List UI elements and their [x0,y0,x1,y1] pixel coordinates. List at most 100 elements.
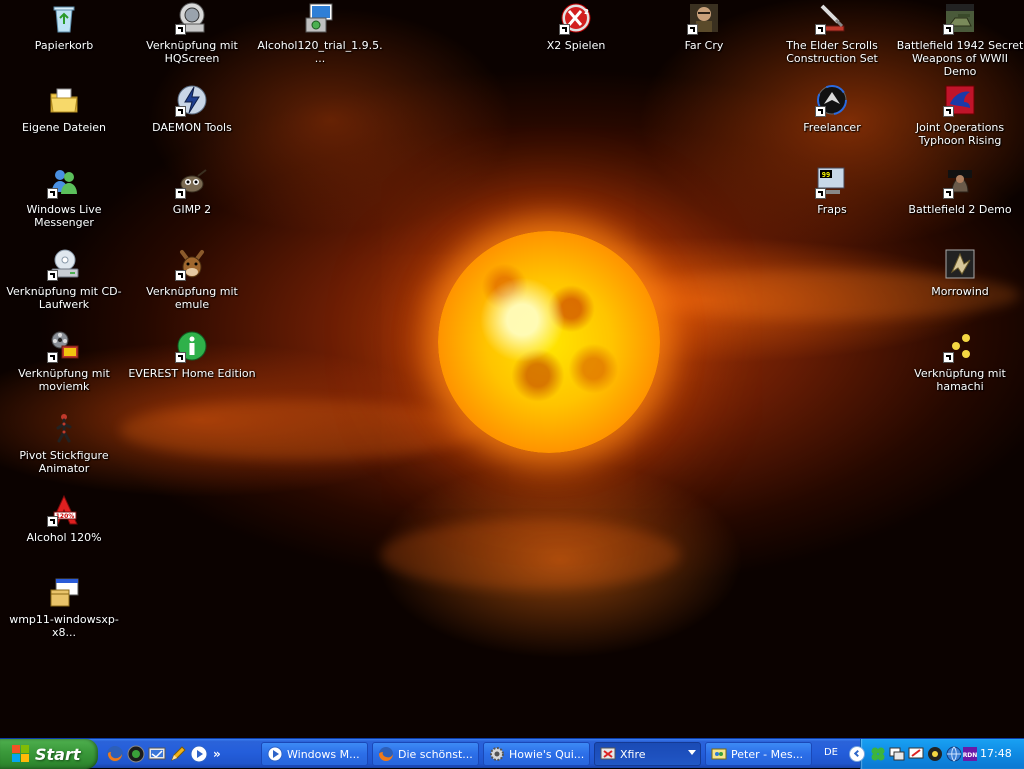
quick-launch-more-button[interactable]: » [213,747,221,761]
taskbar-button-messenger-chat[interactable]: Peter - Mes... [705,742,812,766]
clover-icon[interactable] [870,746,886,762]
shortcut-arrow-icon [943,188,954,199]
svg-text:2: 2 [584,8,589,16]
desktop-icon-recycle-bin[interactable]: Papierkorb [0,2,128,52]
desktop-icon-wmp-installer[interactable]: wmp11-windowsxp-x8... [0,576,128,639]
desktop-icon-hamachi[interactable]: Verknüpfung mit hamachi [896,330,1024,393]
desktop-icon-label: Alcohol120_trial_1.9.5.... [257,39,383,65]
desktop-icon-battlefield-1942[interactable]: Battlefield 1942 Secret Weapons of WWII … [896,2,1024,78]
hamachi-icon [943,330,976,363]
wallpaper-sun [438,231,660,453]
battlefield-1942-icon [943,2,976,35]
desktop-icon-x2[interactable]: 2 X2 Spielen [512,2,640,52]
desktop-icon-joint-operations[interactable]: Joint Operations Typhoon Rising [896,84,1024,147]
taskbar-button-howies[interactable]: Howie's Qui... [483,742,590,766]
desktop-icon-label: Far Cry [684,39,724,52]
desktop-icon-label: Papierkorb [34,39,94,52]
shortcut-arrow-icon [815,106,826,117]
desktop-icon-movie-maker[interactable]: Verknüpfung mit moviemk [0,330,128,393]
shortcut-arrow-icon [175,352,186,363]
construction-set-icon [815,2,848,35]
gimp-icon [175,166,208,199]
taskbar-button-windows-media[interactable]: Windows M... [261,742,368,766]
desktop-icon-label: X2 Spielen [546,39,606,52]
shortcut-arrow-icon [559,24,570,35]
shortcut-arrow-icon [943,24,954,35]
windows-logo-icon [12,745,30,763]
desktop-icon-far-cry[interactable]: Far Cry [640,2,768,52]
firefox-icon [378,746,394,762]
shortcut-arrow-icon [687,24,698,35]
desktop-icon-battlefield-2[interactable]: Battlefield 2 Demo [896,166,1024,216]
start-button[interactable]: Start [0,739,98,769]
desktop-icon-label: Eigene Dateien [21,121,107,134]
shortcut-arrow-icon [175,24,186,35]
desktop-icon-label: Windows Live Messenger [26,203,102,229]
shortcut-arrow-icon [47,270,58,281]
x2-game-icon: 2 [559,2,592,35]
desktop-icon-label: EVEREST Home Edition [128,367,256,380]
desktop-icon-label: Verknüpfung mit moviemk [18,367,110,393]
movie-maker-icon [47,330,80,363]
desktop-icon-freelancer[interactable]: Freelancer [768,84,896,134]
morrowind-icon [944,248,976,280]
desktop-icon-daemon-tools[interactable]: DAEMON Tools [128,84,256,134]
freelancer-icon [815,84,848,117]
battlefield-2-icon [943,166,976,199]
desktop-icon-label: Morrowind [931,285,989,298]
desktop-icon-emule[interactable]: Verknüpfung mit emule [128,248,256,311]
desktop-icon-everest[interactable]: EVEREST Home Edition [128,330,256,380]
emule-icon [175,248,208,281]
desktop-icon-label: Alcohol 120% [26,531,102,544]
desktop-icon-pivot[interactable]: Pivot Stickfigure Animator [0,412,128,475]
desktop-icon-label: Pivot Stickfigure Animator [19,449,109,475]
desktop-icon-construction-set[interactable]: The Elder Scrolls Construction Set [768,2,896,65]
desktop-icon-alcohol-installer[interactable]: Alcohol120_trial_1.9.5.... [256,2,384,65]
desktop-icon-label: Verknüpfung mit hamachi [914,367,1006,393]
desktop-icon-label: Battlefield 2 Demo [908,203,1012,216]
quick-launch-bar: » [106,744,221,764]
desktop-icon-gimp[interactable]: GIMP 2 [128,166,256,216]
svg-text:RDN: RDN [963,752,978,759]
messenger-icon [47,166,80,199]
desktop-icon-morrowind[interactable]: Morrowind [896,248,1024,298]
desktop-icon-messenger[interactable]: Windows Live Messenger [0,166,128,229]
hamachi-tray-icon[interactable] [927,746,943,762]
daemon-tools-icon [175,84,208,117]
network-icon[interactable] [889,746,905,762]
xfire-icon [600,746,616,762]
pencil-icon[interactable] [169,745,187,763]
taskbar-button-label: Windows M... [287,747,360,761]
show-hidden-icons-button[interactable] [849,746,865,762]
alcohol-icon: 120% [47,494,80,527]
shortcut-arrow-icon [175,106,186,117]
monitor-icon[interactable] [908,746,924,762]
taskbar-button-label: Xfire [620,747,646,761]
installer-icon [304,2,336,34]
desktop-icon-fraps[interactable]: 99 Fraps [768,166,896,216]
desktop-icon-label: Verknüpfung mit CD-Laufwerk [6,285,122,311]
desktop-icon-my-documents[interactable]: Eigene Dateien [0,84,128,134]
globe-icon[interactable] [946,746,962,762]
shortcut-arrow-icon [815,24,826,35]
taskbar-button-label: Howie's Qui... [509,747,585,761]
language-indicator[interactable]: DE [820,747,842,762]
everest-icon [175,330,208,363]
taskbar-button-xfire[interactable]: Xfire [594,742,701,766]
taskbar-button-firefox[interactable]: Die schönst... [372,742,479,766]
firefox-icon[interactable] [106,745,124,763]
desktop-icon-alcohol[interactable]: 120% Alcohol 120% [0,494,128,544]
desktop-icon-cd-drive[interactable]: Verknüpfung mit CD-Laufwerk [0,248,128,311]
wallpaper-flare [120,400,480,460]
desktop-icon-hqscreen[interactable]: Verknüpfung mit HQScreen [128,2,256,65]
hqscreen-icon [175,2,208,35]
clock[interactable]: 17:48 [980,747,1012,760]
rdn-icon[interactable]: RDN [962,746,978,762]
media-player-icon[interactable] [190,745,208,763]
show-desktop-icon[interactable] [148,745,166,763]
taskbar-button-label: Die schönst... [398,747,473,761]
desktop-icon-label: GIMP 2 [172,203,212,216]
desktop[interactable]: Papierkorb Eigene Dateien Windows Live M… [0,0,1024,738]
shortcut-arrow-icon [943,352,954,363]
media-icon[interactable] [127,745,145,763]
